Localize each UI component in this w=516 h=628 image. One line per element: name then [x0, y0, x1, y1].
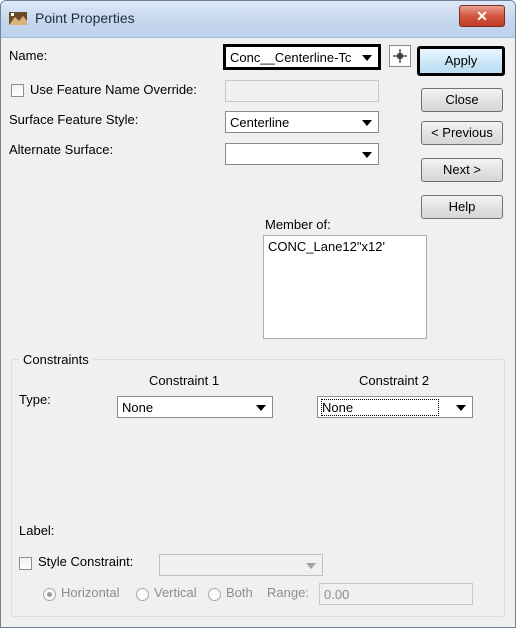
style-constraint-label: Style Constraint: — [38, 554, 134, 569]
alternate-surface-dropdown[interactable] — [225, 143, 379, 165]
range-label: Range: — [267, 585, 309, 600]
list-item[interactable]: CONC_Lane12"x12' — [268, 239, 385, 254]
use-override-label: Use Feature Name Override: — [30, 82, 197, 97]
name-label: Name: — [9, 48, 48, 63]
constraint1-type-value: None — [122, 400, 154, 415]
chevron-down-icon — [362, 55, 372, 61]
constraint2-type-dropdown[interactable]: None — [317, 396, 473, 418]
horizontal-label: Horizontal — [61, 585, 120, 600]
constraint1-header: Constraint 1 — [149, 373, 220, 388]
both-label: Both — [226, 585, 253, 600]
use-override-checkbox[interactable] — [11, 84, 24, 97]
constraint2-type-value: None — [321, 399, 439, 416]
name-value: Conc__Centerline-Tc — [230, 50, 352, 65]
constraint2-header: Constraint 2 — [359, 373, 430, 388]
pick-point-icon — [393, 49, 407, 63]
label-label: Label: — [19, 523, 55, 538]
override-field[interactable] — [225, 80, 379, 102]
horizontal-radio[interactable] — [43, 588, 56, 601]
next-button[interactable]: Next > — [421, 158, 503, 182]
previous-button[interactable]: < Previous — [421, 121, 503, 145]
constraints-group-title: Constraints — [19, 352, 93, 367]
style-constraint-checkbox[interactable] — [19, 557, 32, 570]
apply-button[interactable]: Apply — [417, 46, 505, 76]
both-radio[interactable] — [208, 588, 221, 601]
member-of-list[interactable]: CONC_Lane12"x12' — [263, 235, 427, 339]
style-constraint-dropdown[interactable] — [159, 554, 323, 576]
point-properties-icon — [9, 12, 27, 25]
constraint1-type-dropdown[interactable]: None — [117, 396, 273, 418]
alternate-surface-label: Alternate Surface: — [9, 142, 114, 157]
vertical-label: Vertical — [154, 585, 197, 600]
member-of-label: Member of: — [265, 217, 331, 232]
surface-style-value: Centerline — [230, 115, 290, 130]
vertical-radio[interactable] — [136, 588, 149, 601]
title-bar[interactable]: Point Properties ✕ — [1, 1, 515, 38]
chevron-down-icon — [256, 405, 266, 411]
chevron-down-icon — [362, 152, 372, 158]
point-properties-dialog: Point Properties ✕ Name: Conc__Centerlin… — [0, 0, 516, 628]
chevron-down-icon — [306, 563, 316, 569]
window-close-button[interactable]: ✕ — [459, 5, 505, 27]
close-button[interactable]: Close — [421, 88, 503, 112]
type-label: Type: — [19, 392, 51, 407]
close-icon: ✕ — [476, 8, 488, 24]
chevron-down-icon — [456, 405, 466, 411]
chevron-down-icon — [362, 120, 372, 126]
surface-style-dropdown[interactable]: Centerline — [225, 111, 379, 133]
range-value: 0.00 — [324, 587, 350, 602]
pick-point-button[interactable] — [389, 45, 411, 67]
help-button[interactable]: Help — [421, 195, 503, 219]
surface-style-label: Surface Feature Style: — [9, 112, 139, 127]
range-field[interactable]: 0.00 — [319, 583, 473, 605]
name-dropdown[interactable]: Conc__Centerline-Tc — [223, 44, 381, 70]
window-title: Point Properties — [35, 10, 135, 26]
